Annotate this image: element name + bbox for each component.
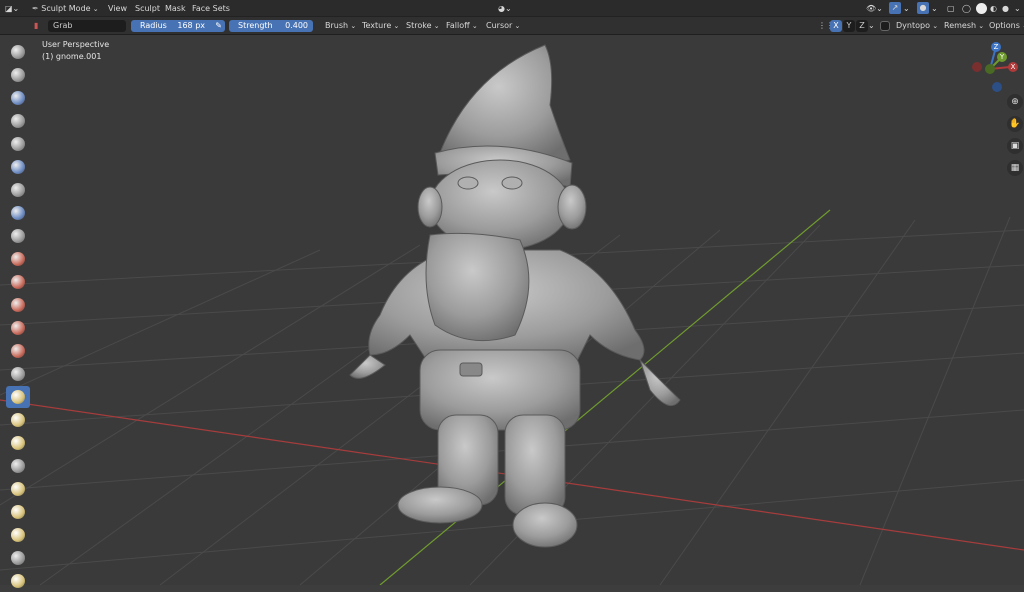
clay-thumb-brush-icon[interactable] <box>6 133 30 155</box>
menu-falloff[interactable]: Falloff <box>446 17 478 35</box>
clay-brush-icon[interactable] <box>6 87 30 109</box>
menu-sculpt[interactable]: Sculpt <box>135 0 160 17</box>
shading-rendered[interactable]: ● <box>1002 0 1009 17</box>
menu-texture[interactable]: Texture <box>362 17 399 35</box>
3d-viewport[interactable]: User Perspective (1) gnome.001 Z Y X ⊕ ✋… <box>0 35 1024 585</box>
draw-sharp-brush-icon[interactable] <box>6 64 30 86</box>
menu-view[interactable]: View <box>108 0 127 17</box>
crease-brush-icon[interactable] <box>6 225 30 247</box>
tool-settings-bar: ▮ Grab Radius 168 px ✎ Strength 0.400 Br… <box>0 17 1024 35</box>
radius-value: 168 px <box>177 21 205 30</box>
fill-brush-icon[interactable] <box>6 294 30 316</box>
brush-name-field[interactable]: Grab <box>48 20 126 32</box>
gizmo-dropdown[interactable]: ⌄ <box>903 0 910 17</box>
pan-hand-icon[interactable]: ✋ <box>1007 116 1023 132</box>
editor-type-icon: ◪⌄ <box>5 4 20 13</box>
gizmo-neg-y[interactable] <box>985 64 995 74</box>
menu-brush[interactable]: Brush <box>325 17 356 35</box>
visibility-button[interactable]: 👁⌄ <box>866 0 883 17</box>
menu-stroke[interactable]: Stroke <box>406 17 440 35</box>
xray-toggle[interactable]: ▢ <box>947 0 955 17</box>
shading-wireframe[interactable]: ◯ <box>962 0 971 17</box>
snake-hook-brush-icon[interactable] <box>6 432 30 454</box>
overlays-toggle[interactable]: ● <box>917 2 929 14</box>
mirror-y-toggle[interactable]: Y <box>843 20 855 32</box>
pinch-brush-icon[interactable] <box>6 363 30 385</box>
elastic-deform-brush-icon[interactable] <box>6 409 30 431</box>
gizmo-y[interactable]: Y <box>997 52 1007 62</box>
mirror-z-toggle[interactable]: Z <box>856 20 868 32</box>
inflate-brush-icon[interactable] <box>6 179 30 201</box>
radius-label: Radius <box>140 21 167 30</box>
gnome-model[interactable] <box>349 44 681 548</box>
flatten-brush-icon[interactable] <box>6 271 30 293</box>
rotate-brush-icon[interactable] <box>6 524 30 546</box>
transform-orientation-button[interactable]: ◕⌄ <box>498 0 512 17</box>
gizmo-x[interactable]: X <box>1008 62 1018 72</box>
eye-icon: 👁⌄ <box>866 4 883 13</box>
ortho-grid-icon[interactable]: ▦ <box>1007 160 1023 176</box>
menu-face-sets[interactable]: Face Sets <box>192 0 230 17</box>
shading-solid[interactable] <box>976 3 987 14</box>
orientation-icon: ◕⌄ <box>498 4 512 13</box>
slide-relax-brush-icon[interactable] <box>6 547 30 569</box>
radius-field[interactable]: Radius 168 px ✎ <box>131 20 225 32</box>
menu-mask[interactable]: Mask <box>165 0 186 17</box>
pose-brush-icon[interactable] <box>6 478 30 500</box>
brush-icon: ▮ <box>34 21 39 30</box>
strength-label: Strength <box>238 21 273 30</box>
menu-cursor[interactable]: Cursor <box>486 17 520 35</box>
pressure-icon: ✎ <box>215 21 222 30</box>
options-menu[interactable]: Options <box>989 17 1024 35</box>
gizmo-neg-z[interactable] <box>992 82 1002 92</box>
mode-selector[interactable]: ✒ Sculpt Mode <box>32 0 99 17</box>
overlays-icon: ● <box>919 3 927 12</box>
overlays-dropdown[interactable]: ⌄ <box>931 0 938 17</box>
strength-value: 0.400 <box>285 21 308 30</box>
mode-label: Sculpt Mode <box>41 4 98 13</box>
chevron-down-icon[interactable]: ⌄ <box>868 17 875 35</box>
multiplane-scrape-brush-icon[interactable] <box>6 340 30 362</box>
navigation-gizmo[interactable]: Z Y X <box>968 39 1024 95</box>
smooth-brush-icon[interactable] <box>6 248 30 270</box>
material-sphere-icon: ◐ <box>990 4 997 13</box>
chevron-down-icon: ⌄ <box>903 4 910 13</box>
object-name: (1) gnome.001 <box>42 52 102 61</box>
gizmo-neg-x[interactable] <box>972 62 982 72</box>
thumb-brush-icon[interactable] <box>6 455 30 477</box>
sculpt-brush-icon: ✒ <box>32 4 39 13</box>
layer-brush-icon[interactable] <box>6 156 30 178</box>
draw-brush-icon[interactable] <box>6 41 30 63</box>
chevron-down-icon: ⌄ <box>931 4 938 13</box>
nudge-brush-icon[interactable] <box>6 501 30 523</box>
mirror-x-toggle[interactable]: X <box>830 20 842 32</box>
dyntopo-menu[interactable]: Dyntopo <box>896 17 938 35</box>
shading-dropdown[interactable]: ⌄ <box>1014 0 1021 17</box>
dyntopo-checkbox[interactable] <box>880 21 890 31</box>
viewport-scene <box>0 44 1024 585</box>
rendered-sphere-icon: ● <box>1002 4 1009 13</box>
clay-strips-brush-icon[interactable] <box>6 110 30 132</box>
gizmo-toggle[interactable]: ↗ <box>889 2 901 14</box>
strength-field[interactable]: Strength 0.400 <box>229 20 313 32</box>
remesh-menu[interactable]: Remesh <box>944 17 984 35</box>
view-name: User Perspective <box>42 40 110 49</box>
gizmo-icon: ↗ <box>891 3 899 12</box>
scrape-brush-icon[interactable] <box>6 317 30 339</box>
gizmo-z[interactable]: Z <box>991 42 1001 52</box>
boundary-brush-icon[interactable] <box>6 570 30 592</box>
grab-brush-icon[interactable] <box>6 386 30 408</box>
zoom-icon[interactable]: ⊕ <box>1007 94 1023 110</box>
shading-material[interactable]: ◐ <box>990 0 997 17</box>
wireframe-sphere-icon: ◯ <box>962 4 971 13</box>
chevron-down-icon: ⌄ <box>1014 4 1021 13</box>
blob-brush-icon[interactable] <box>6 202 30 224</box>
camera-icon[interactable]: ▣ <box>1007 138 1023 154</box>
xray-icon: ▢ <box>947 4 955 13</box>
editor-type-button[interactable]: ◪⌄ <box>5 0 27 17</box>
editor-header: ◪⌄ ✒ Sculpt Mode View Sculpt Mask Face S… <box>0 0 1024 17</box>
